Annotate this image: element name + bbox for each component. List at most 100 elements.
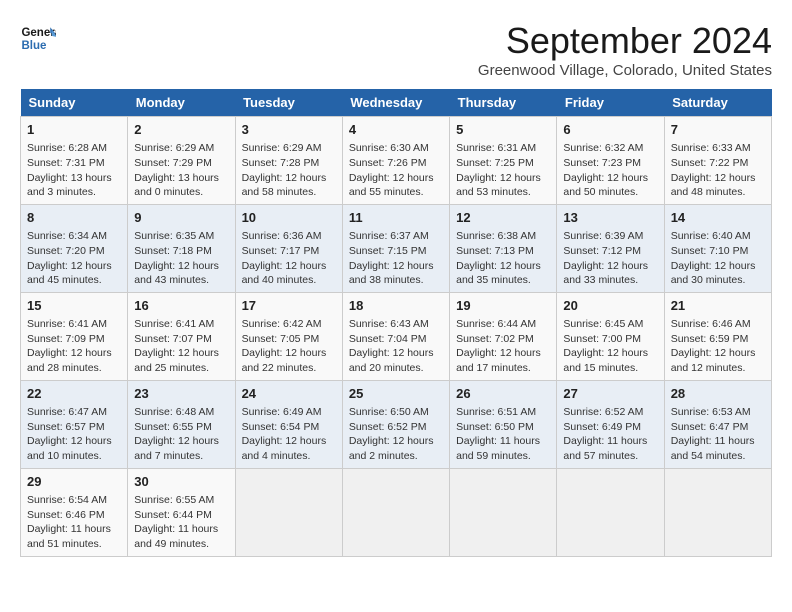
- calendar-cell: 1 Sunrise: 6:28 AM Sunset: 7:31 PM Dayli…: [21, 117, 128, 205]
- calendar-cell: 30 Sunrise: 6:55 AM Sunset: 6:44 PM Dayl…: [128, 468, 235, 556]
- day-cell-content: Sunrise: 6:42 AM Sunset: 7:05 PM Dayligh…: [242, 317, 336, 376]
- calendar-cell: [664, 468, 771, 556]
- day-cell-content: Sunrise: 6:45 AM Sunset: 7:00 PM Dayligh…: [563, 317, 657, 376]
- calendar-cell: 8 Sunrise: 6:34 AM Sunset: 7:20 PM Dayli…: [21, 204, 128, 292]
- weekday-header-wednesday: Wednesday: [342, 89, 449, 117]
- weekday-header-saturday: Saturday: [664, 89, 771, 117]
- day-number: 14: [671, 209, 765, 227]
- day-number: 18: [349, 297, 443, 315]
- day-cell-content: Sunrise: 6:54 AM Sunset: 6:46 PM Dayligh…: [27, 493, 121, 552]
- day-number: 28: [671, 385, 765, 403]
- calendar-cell: 7 Sunrise: 6:33 AM Sunset: 7:22 PM Dayli…: [664, 117, 771, 205]
- day-cell-content: Sunrise: 6:46 AM Sunset: 6:59 PM Dayligh…: [671, 317, 765, 376]
- day-number: 23: [134, 385, 228, 403]
- day-cell-content: Sunrise: 6:30 AM Sunset: 7:26 PM Dayligh…: [349, 141, 443, 200]
- calendar-cell: 22 Sunrise: 6:47 AM Sunset: 6:57 PM Dayl…: [21, 380, 128, 468]
- calendar-cell: 25 Sunrise: 6:50 AM Sunset: 6:52 PM Dayl…: [342, 380, 449, 468]
- day-cell-content: Sunrise: 6:43 AM Sunset: 7:04 PM Dayligh…: [349, 317, 443, 376]
- calendar-week-4: 22 Sunrise: 6:47 AM Sunset: 6:57 PM Dayl…: [21, 380, 772, 468]
- calendar-table: SundayMondayTuesdayWednesdayThursdayFrid…: [20, 89, 772, 557]
- day-number: 5: [456, 121, 550, 139]
- day-cell-content: Sunrise: 6:36 AM Sunset: 7:17 PM Dayligh…: [242, 229, 336, 288]
- day-number: 30: [134, 473, 228, 491]
- calendar-cell: 27 Sunrise: 6:52 AM Sunset: 6:49 PM Dayl…: [557, 380, 664, 468]
- day-number: 22: [27, 385, 121, 403]
- calendar-week-2: 8 Sunrise: 6:34 AM Sunset: 7:20 PM Dayli…: [21, 204, 772, 292]
- title-section: September 2024 Greenwood Village, Colora…: [478, 20, 772, 79]
- day-cell-content: Sunrise: 6:39 AM Sunset: 7:12 PM Dayligh…: [563, 229, 657, 288]
- day-cell-content: Sunrise: 6:53 AM Sunset: 6:47 PM Dayligh…: [671, 405, 765, 464]
- calendar-cell: 29 Sunrise: 6:54 AM Sunset: 6:46 PM Dayl…: [21, 468, 128, 556]
- calendar-cell: 5 Sunrise: 6:31 AM Sunset: 7:25 PM Dayli…: [450, 117, 557, 205]
- day-cell-content: Sunrise: 6:40 AM Sunset: 7:10 PM Dayligh…: [671, 229, 765, 288]
- day-cell-content: Sunrise: 6:44 AM Sunset: 7:02 PM Dayligh…: [456, 317, 550, 376]
- weekday-header-row: SundayMondayTuesdayWednesdayThursdayFrid…: [21, 89, 772, 117]
- logo: General Blue: [20, 20, 60, 56]
- day-cell-content: Sunrise: 6:28 AM Sunset: 7:31 PM Dayligh…: [27, 141, 121, 200]
- logo-icon: General Blue: [20, 20, 56, 56]
- day-cell-content: Sunrise: 6:50 AM Sunset: 6:52 PM Dayligh…: [349, 405, 443, 464]
- day-number: 20: [563, 297, 657, 315]
- day-cell-content: Sunrise: 6:55 AM Sunset: 6:44 PM Dayligh…: [134, 493, 228, 552]
- calendar-cell: [557, 468, 664, 556]
- calendar-cell: 13 Sunrise: 6:39 AM Sunset: 7:12 PM Dayl…: [557, 204, 664, 292]
- weekday-header-monday: Monday: [128, 89, 235, 117]
- day-number: 2: [134, 121, 228, 139]
- weekday-header-sunday: Sunday: [21, 89, 128, 117]
- day-cell-content: Sunrise: 6:38 AM Sunset: 7:13 PM Dayligh…: [456, 229, 550, 288]
- calendar-cell: [342, 468, 449, 556]
- weekday-header-tuesday: Tuesday: [235, 89, 342, 117]
- calendar-cell: [235, 468, 342, 556]
- day-cell-content: Sunrise: 6:35 AM Sunset: 7:18 PM Dayligh…: [134, 229, 228, 288]
- day-cell-content: Sunrise: 6:33 AM Sunset: 7:22 PM Dayligh…: [671, 141, 765, 200]
- calendar-cell: 10 Sunrise: 6:36 AM Sunset: 7:17 PM Dayl…: [235, 204, 342, 292]
- day-number: 21: [671, 297, 765, 315]
- day-number: 7: [671, 121, 765, 139]
- day-cell-content: Sunrise: 6:37 AM Sunset: 7:15 PM Dayligh…: [349, 229, 443, 288]
- day-cell-content: Sunrise: 6:32 AM Sunset: 7:23 PM Dayligh…: [563, 141, 657, 200]
- day-cell-content: Sunrise: 6:34 AM Sunset: 7:20 PM Dayligh…: [27, 229, 121, 288]
- day-number: 8: [27, 209, 121, 227]
- month-title: September 2024: [478, 20, 772, 62]
- calendar-week-5: 29 Sunrise: 6:54 AM Sunset: 6:46 PM Dayl…: [21, 468, 772, 556]
- calendar-cell: 2 Sunrise: 6:29 AM Sunset: 7:29 PM Dayli…: [128, 117, 235, 205]
- day-cell-content: Sunrise: 6:41 AM Sunset: 7:09 PM Dayligh…: [27, 317, 121, 376]
- day-number: 11: [349, 209, 443, 227]
- location-subtitle: Greenwood Village, Colorado, United Stat…: [478, 62, 772, 79]
- calendar-cell: 12 Sunrise: 6:38 AM Sunset: 7:13 PM Dayl…: [450, 204, 557, 292]
- day-number: 24: [242, 385, 336, 403]
- day-number: 13: [563, 209, 657, 227]
- calendar-week-3: 15 Sunrise: 6:41 AM Sunset: 7:09 PM Dayl…: [21, 292, 772, 380]
- calendar-cell: 3 Sunrise: 6:29 AM Sunset: 7:28 PM Dayli…: [235, 117, 342, 205]
- svg-text:Blue: Blue: [21, 40, 47, 52]
- day-cell-content: Sunrise: 6:52 AM Sunset: 6:49 PM Dayligh…: [563, 405, 657, 464]
- day-number: 27: [563, 385, 657, 403]
- day-cell-content: Sunrise: 6:29 AM Sunset: 7:28 PM Dayligh…: [242, 141, 336, 200]
- calendar-cell: 15 Sunrise: 6:41 AM Sunset: 7:09 PM Dayl…: [21, 292, 128, 380]
- day-number: 25: [349, 385, 443, 403]
- calendar-cell: 19 Sunrise: 6:44 AM Sunset: 7:02 PM Dayl…: [450, 292, 557, 380]
- day-number: 17: [242, 297, 336, 315]
- calendar-cell: 24 Sunrise: 6:49 AM Sunset: 6:54 PM Dayl…: [235, 380, 342, 468]
- weekday-header-thursday: Thursday: [450, 89, 557, 117]
- day-cell-content: Sunrise: 6:47 AM Sunset: 6:57 PM Dayligh…: [27, 405, 121, 464]
- day-cell-content: Sunrise: 6:31 AM Sunset: 7:25 PM Dayligh…: [456, 141, 550, 200]
- day-number: 19: [456, 297, 550, 315]
- day-number: 10: [242, 209, 336, 227]
- calendar-cell: 21 Sunrise: 6:46 AM Sunset: 6:59 PM Dayl…: [664, 292, 771, 380]
- calendar-cell: 11 Sunrise: 6:37 AM Sunset: 7:15 PM Dayl…: [342, 204, 449, 292]
- day-cell-content: Sunrise: 6:49 AM Sunset: 6:54 PM Dayligh…: [242, 405, 336, 464]
- page-header: General Blue September 2024 Greenwood Vi…: [20, 20, 772, 79]
- day-cell-content: Sunrise: 6:51 AM Sunset: 6:50 PM Dayligh…: [456, 405, 550, 464]
- calendar-cell: 20 Sunrise: 6:45 AM Sunset: 7:00 PM Dayl…: [557, 292, 664, 380]
- day-number: 12: [456, 209, 550, 227]
- day-number: 6: [563, 121, 657, 139]
- weekday-header-friday: Friday: [557, 89, 664, 117]
- calendar-cell: 14 Sunrise: 6:40 AM Sunset: 7:10 PM Dayl…: [664, 204, 771, 292]
- day-number: 15: [27, 297, 121, 315]
- day-number: 9: [134, 209, 228, 227]
- calendar-cell: [450, 468, 557, 556]
- calendar-cell: 6 Sunrise: 6:32 AM Sunset: 7:23 PM Dayli…: [557, 117, 664, 205]
- calendar-cell: 9 Sunrise: 6:35 AM Sunset: 7:18 PM Dayli…: [128, 204, 235, 292]
- calendar-week-1: 1 Sunrise: 6:28 AM Sunset: 7:31 PM Dayli…: [21, 117, 772, 205]
